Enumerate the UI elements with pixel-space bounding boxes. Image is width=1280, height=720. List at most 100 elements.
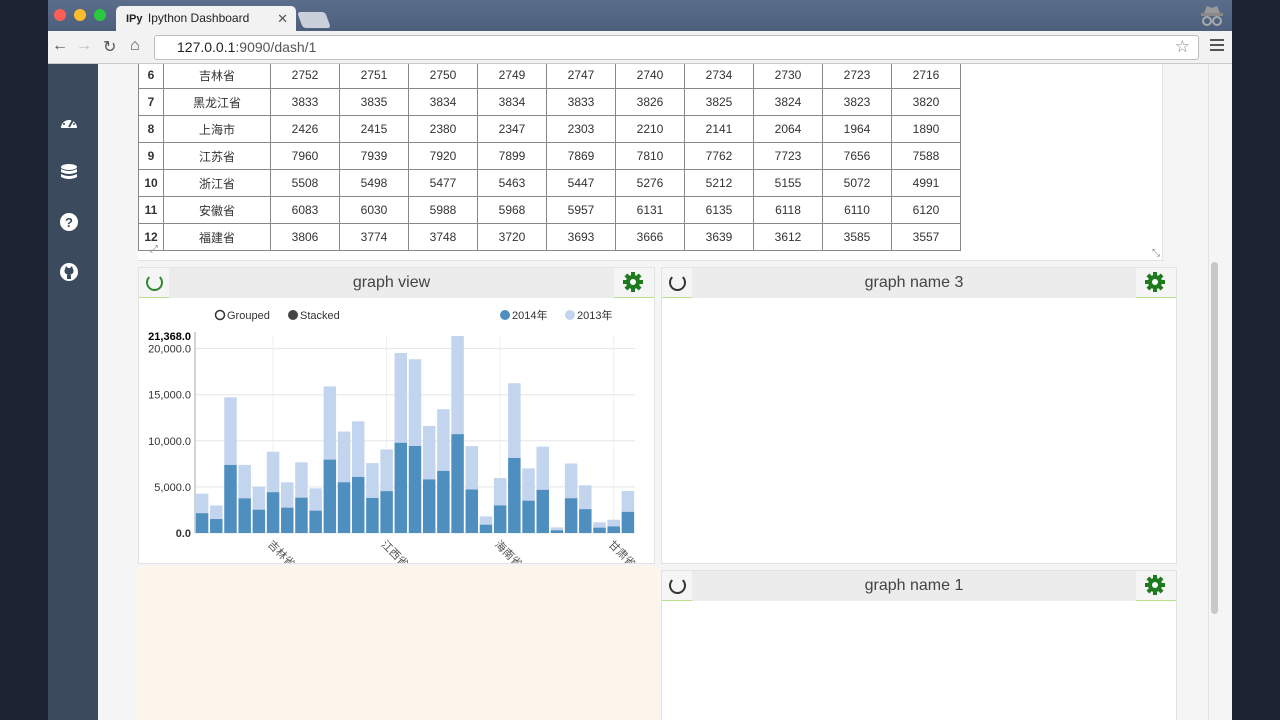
bar-2014 — [479, 524, 493, 533]
scrollbar[interactable] — [1208, 64, 1220, 720]
value-cell: 3693 — [546, 223, 616, 251]
y-tick-label: 15,000.0 — [148, 390, 191, 402]
value-cell: 5447 — [546, 169, 616, 197]
value-cell: 3806 — [270, 223, 340, 251]
bar-2014 — [408, 446, 422, 533]
bar-2013 — [380, 449, 393, 492]
bar-chart[interactable]: Grouped Stacked 2014年 2013年 0.0 5,000.0 10,000… — [139, 299, 654, 563]
close-tab-icon[interactable]: ✕ — [277, 6, 288, 31]
resize-corner-icon[interactable]: ⤡ — [1152, 248, 1160, 259]
settings-gear-icon[interactable] — [1144, 574, 1166, 596]
settings-gear-icon[interactable] — [622, 271, 644, 293]
bar-2013 — [309, 488, 322, 511]
zoom-window-button[interactable] — [94, 9, 106, 21]
graph1-panel: graph name 1 — [661, 570, 1177, 720]
province-cell: 黑龙江省 — [163, 88, 271, 116]
bar-2014 — [508, 457, 521, 533]
settings-gear-icon[interactable] — [1144, 271, 1166, 293]
value-cell: 6110 — [822, 196, 892, 224]
value-cell: 7762 — [684, 142, 754, 170]
bar-2014 — [607, 526, 620, 533]
value-cell: 7939 — [339, 142, 409, 170]
refresh-icon[interactable] — [669, 577, 686, 594]
refresh-icon[interactable] — [146, 274, 163, 291]
bar-2014 — [394, 442, 408, 533]
bar-2013 — [295, 462, 308, 498]
value-cell: 3666 — [615, 223, 685, 251]
help-icon[interactable]: ? — [59, 212, 79, 232]
y-tick-label: 0.0 — [176, 528, 191, 540]
close-window-button[interactable] — [54, 9, 66, 21]
bar-2013 — [408, 359, 422, 447]
browser-toolbar: ← → ↻ ⌂ 127.0.0.1:9090/dash/1 ☆ — [48, 31, 1232, 64]
row-index-cell: 11 — [138, 196, 164, 224]
browser-menu-icon[interactable] — [1210, 39, 1224, 54]
bar-2013 — [593, 522, 606, 528]
value-cell: 5508 — [270, 169, 340, 197]
bar-2014 — [238, 498, 251, 533]
minimize-window-button[interactable] — [74, 9, 86, 21]
reload-icon[interactable]: ↻ — [103, 37, 116, 57]
value-cell: 7960 — [270, 142, 340, 170]
legend-2013-dot[interactable] — [565, 310, 575, 320]
stacked-radio[interactable] — [288, 310, 298, 320]
stacked-label: Stacked — [300, 310, 340, 322]
github-icon[interactable] — [59, 262, 79, 282]
value-cell: 3557 — [891, 223, 961, 251]
data-table: 6 吉林省 2752 2751 2750 2749 2747 2740 2734 2730 2723… — [138, 64, 961, 251]
bar-2014 — [195, 513, 209, 533]
forward-icon[interactable]: → — [76, 37, 92, 55]
scrollbar-thumb[interactable] — [1211, 262, 1218, 614]
value-cell: 3820 — [891, 88, 961, 116]
legend-2014-dot[interactable] — [500, 310, 510, 320]
value-cell: 2730 — [753, 64, 823, 89]
bar-2014 — [437, 470, 450, 533]
bar-2013 — [238, 464, 251, 499]
value-cell: 2210 — [615, 115, 685, 143]
bookmark-star-icon[interactable]: ☆ — [1175, 35, 1190, 58]
browser-tab[interactable]: IPy Ipython Dashboard ✕ — [116, 6, 296, 31]
browser-window: IPy Ipython Dashboard ✕ ← → ↻ ⌂ 127.0.0.… — [48, 0, 1232, 720]
province-cell: 江苏省 — [163, 142, 271, 170]
value-cell: 3612 — [753, 223, 823, 251]
value-cell: 2303 — [546, 115, 616, 143]
bar-2013 — [337, 431, 351, 483]
database-icon[interactable] — [59, 163, 79, 183]
value-cell: 2347 — [477, 115, 547, 143]
value-cell: 2751 — [339, 64, 409, 89]
value-cell: 7810 — [615, 142, 685, 170]
bar-2014 — [210, 519, 223, 533]
address-bar[interactable]: 127.0.0.1:9090/dash/1 ☆ — [154, 35, 1199, 60]
panel-header: graph view — [139, 268, 654, 298]
bar-2013 — [422, 425, 436, 480]
value-cell: 3774 — [339, 223, 409, 251]
incognito-icon — [1201, 6, 1223, 26]
value-cell: 7723 — [753, 142, 823, 170]
bar-2013 — [394, 353, 408, 443]
value-cell: 2723 — [822, 64, 892, 89]
new-tab-button[interactable] — [297, 12, 331, 28]
value-cell: 1964 — [822, 115, 892, 143]
refresh-icon[interactable] — [669, 274, 686, 291]
bar-2013 — [252, 486, 266, 510]
value-cell: 2752 — [270, 64, 340, 89]
value-cell: 2064 — [753, 115, 823, 143]
resize-handle-icon[interactable]: ⤢ — [150, 244, 158, 255]
legend-2013-label: 2013年 — [577, 308, 612, 322]
home-icon[interactable]: ⌂ — [130, 37, 140, 55]
dashboard-main: 6 吉林省 2752 2751 2750 2749 2747 2740 2734 2730 2723… — [98, 64, 1220, 720]
x-tick-label: 甘肃省 — [606, 538, 639, 563]
row-index-cell: 8 — [138, 115, 164, 143]
panel-title: graph name 3 — [692, 268, 1136, 298]
panel-header: graph name 3 — [662, 268, 1176, 298]
bar-2014 — [323, 459, 337, 533]
back-icon[interactable]: ← — [52, 37, 68, 55]
value-cell: 2426 — [270, 115, 340, 143]
dashboard-icon[interactable] — [59, 113, 79, 133]
bar-2013 — [266, 451, 280, 493]
grouped-radio[interactable] — [214, 309, 226, 321]
value-cell: 3748 — [408, 223, 478, 251]
value-cell: 2749 — [477, 64, 547, 89]
value-cell: 2750 — [408, 64, 478, 89]
province-cell: 浙江省 — [163, 169, 271, 197]
